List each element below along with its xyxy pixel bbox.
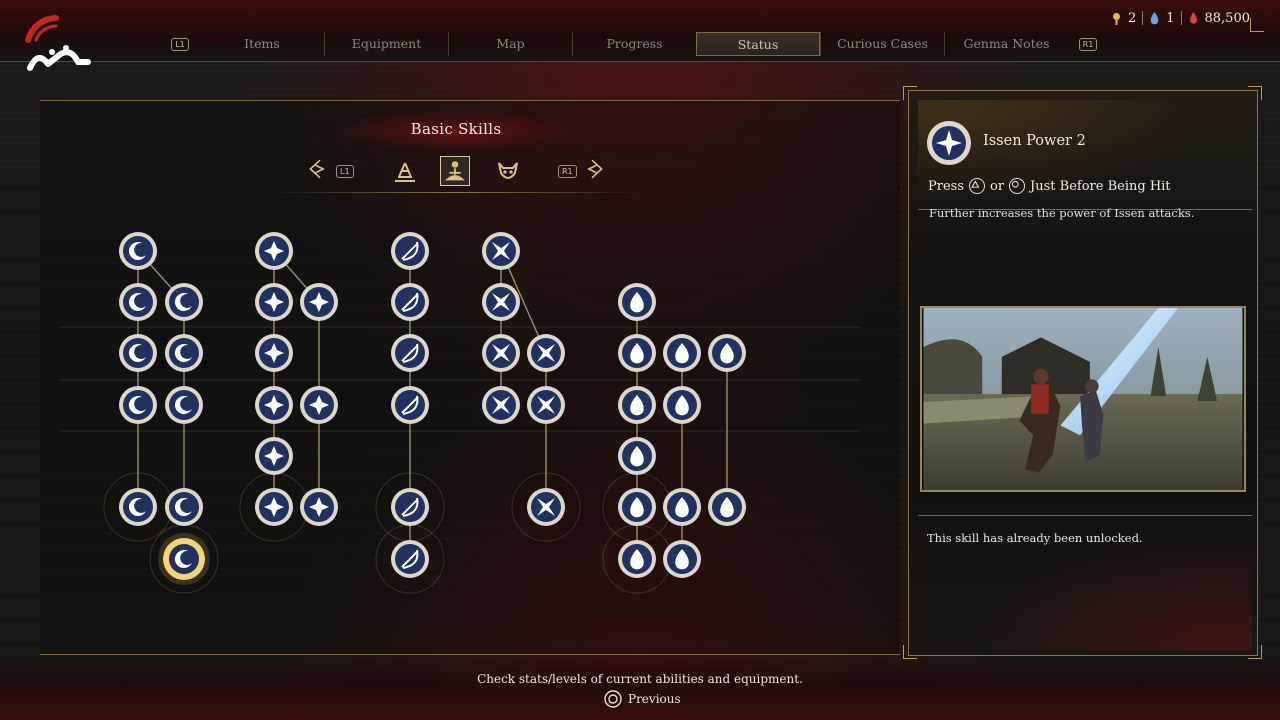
- node-core: [123, 236, 153, 266]
- skill-node[interactable]: [300, 386, 338, 424]
- node-core: [169, 492, 199, 522]
- skill-node[interactable]: [391, 386, 429, 424]
- skill-node[interactable]: [527, 334, 565, 372]
- skill-node[interactable]: [663, 334, 701, 372]
- skill-node[interactable]: [618, 386, 656, 424]
- skill-node[interactable]: [618, 283, 656, 321]
- skill-name: Issen Power 2: [983, 133, 1086, 149]
- circle-button-icon: [604, 690, 622, 708]
- node-core: [169, 338, 199, 368]
- skill-node-selected[interactable]: [158, 533, 210, 585]
- skill-node[interactable]: [300, 283, 338, 321]
- corner-ornament: [1250, 18, 1264, 32]
- skill-node[interactable]: [165, 334, 203, 372]
- corner-ornament: [1248, 86, 1262, 100]
- skill-node[interactable]: [165, 488, 203, 526]
- skill-node[interactable]: [527, 386, 565, 424]
- node-core: [123, 287, 153, 317]
- skill-node[interactable]: [165, 283, 203, 321]
- input-action-label: Just Before Being Hit: [1030, 178, 1171, 194]
- divider: [1142, 11, 1144, 25]
- skill-node[interactable]: [618, 437, 656, 475]
- corner-ornament: [903, 645, 917, 659]
- r1-button-chip: R1: [1078, 38, 1098, 51]
- skill-node[interactable]: [482, 386, 520, 424]
- skill-node[interactable]: [255, 283, 293, 321]
- node-core: [169, 390, 199, 420]
- skill-node[interactable]: [391, 232, 429, 270]
- circle-button-icon: [1009, 178, 1026, 194]
- node-core: [123, 338, 153, 368]
- node-core: [123, 492, 153, 522]
- previous-label: Previous: [628, 692, 681, 706]
- tab-genma-notes[interactable]: Genma Notes: [944, 32, 1068, 56]
- skill-node[interactable]: [391, 488, 429, 526]
- skill-node[interactable]: [482, 232, 520, 270]
- skill-node[interactable]: [391, 334, 429, 372]
- preview-scene-image: [923, 308, 1243, 490]
- footer-hint: Check stats/levels of current abilities …: [477, 672, 803, 686]
- teardrop-icon: [1150, 11, 1159, 24]
- corner-ornament: [903, 86, 917, 100]
- skill-node[interactable]: [663, 540, 701, 578]
- skill-node[interactable]: [391, 540, 429, 578]
- skill-node[interactable]: [391, 283, 429, 321]
- skill-node[interactable]: [663, 488, 701, 526]
- triangle-button-icon: [969, 178, 985, 194]
- skill-node[interactable]: [255, 437, 293, 475]
- input-or-label: or: [990, 178, 1005, 194]
- skill-node[interactable]: [663, 386, 701, 424]
- skill-node[interactable]: [527, 488, 565, 526]
- skill-preview-video: [920, 306, 1246, 492]
- tab-label: Genma Notes: [963, 36, 1050, 51]
- skill-node[interactable]: [618, 488, 656, 526]
- skill-node[interactable]: [119, 488, 157, 526]
- skill-description: Further increases the power of Issen att…: [929, 206, 1195, 220]
- skill-tree: [60, 232, 860, 594]
- skill-node[interactable]: [300, 488, 338, 526]
- unlock-status-text: This skill has already been unlocked.: [927, 531, 1143, 545]
- skill-node[interactable]: [618, 540, 656, 578]
- skill-node[interactable]: [708, 488, 746, 526]
- skill-node[interactable]: [255, 334, 293, 372]
- node-core: [169, 287, 199, 317]
- node-core: [169, 544, 199, 574]
- skill-node[interactable]: [708, 334, 746, 372]
- next-tab-button[interactable]: R1: [1068, 32, 1108, 56]
- skill-node[interactable]: [618, 334, 656, 372]
- skill-node[interactable]: [119, 283, 157, 321]
- skill-input-instruction: Press or Just Before Being Hit: [928, 178, 1171, 194]
- skill-node[interactable]: [255, 386, 293, 424]
- skill-node[interactable]: [119, 386, 157, 424]
- key-icon: [1112, 12, 1120, 25]
- skill-node[interactable]: [119, 232, 157, 270]
- skill-node[interactable]: [255, 488, 293, 526]
- soul-flame-icon: [1189, 11, 1197, 24]
- skill-node[interactable]: [165, 386, 203, 424]
- currency-display: 2 1 88,500: [1111, 9, 1250, 27]
- previous-button[interactable]: Previous: [604, 690, 681, 708]
- input-press-label: Press: [928, 178, 964, 194]
- node-core: [123, 390, 153, 420]
- skill-node[interactable]: [482, 283, 520, 321]
- skill-node[interactable]: [119, 334, 157, 372]
- skill-node[interactable]: [482, 334, 520, 372]
- divider: [1180, 11, 1182, 25]
- issen-skill-icon: [927, 121, 971, 165]
- keys-count: 2: [1127, 10, 1137, 26]
- tears-count: 1: [1166, 10, 1175, 26]
- gold-count: 88,500: [1204, 10, 1251, 26]
- skill-node[interactable]: [255, 232, 293, 270]
